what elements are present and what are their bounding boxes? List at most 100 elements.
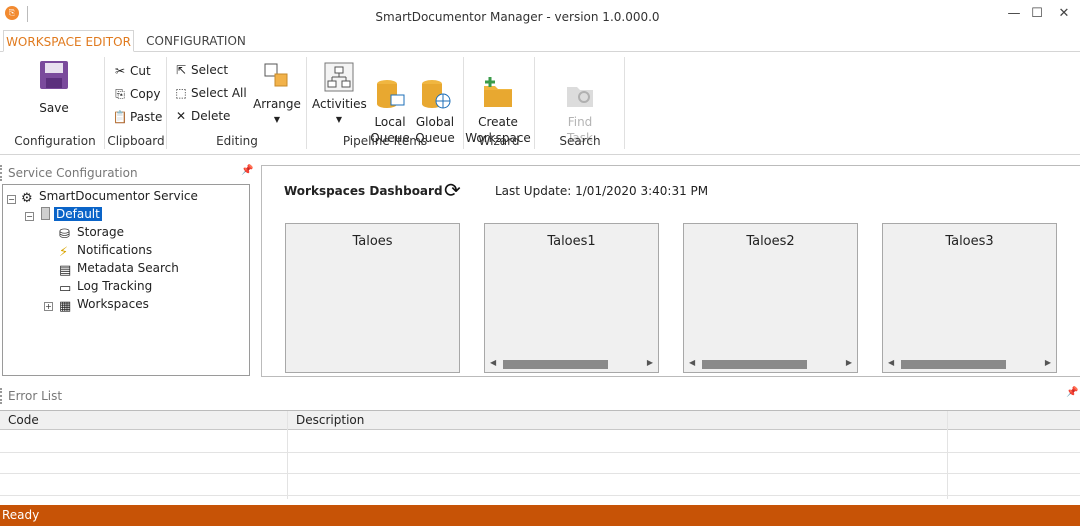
activities-dropdown-icon: ▼ (335, 115, 343, 124)
group-label-wizard: Wizard (478, 134, 520, 148)
save-button[interactable]: Save (28, 60, 80, 116)
pin-icon[interactable]: 📌 (241, 165, 253, 176)
group-label-search: Search (559, 134, 601, 148)
metadata-icon: ▤ (59, 263, 72, 278)
paste-icon: 📋 (112, 110, 128, 124)
status-text: Ready (2, 508, 40, 522)
window-title: SmartDocumentor Manager - version 1.0.00… (375, 10, 660, 24)
group-separator (624, 57, 625, 149)
select-button[interactable]: ⇱ Select (173, 61, 228, 81)
tree-item-storage[interactable]: ⛁ Storage (59, 223, 124, 242)
activities-label: Activities (312, 97, 367, 111)
activities-button[interactable]: Activities ▼ (312, 62, 367, 128)
tree-item-label: Notifications (77, 243, 153, 257)
scrollbar-thumb[interactable] (901, 360, 1006, 369)
column-header-code[interactable]: Code (0, 411, 287, 430)
workspace-name: Taloes2 (746, 234, 795, 249)
group-label-pipeline-items: Pipeline Items (342, 134, 428, 148)
select-label: Select (191, 63, 229, 77)
horizontal-scrollbar[interactable]: ◀ ▶ (485, 356, 658, 372)
workspace-name: Taloes (352, 234, 393, 249)
refresh-icon[interactable]: ⟳ (444, 178, 461, 202)
workspace-name: Taloes3 (945, 234, 994, 249)
save-label: Save (39, 101, 69, 115)
scissors-icon: ✂ (114, 64, 126, 78)
ribbon-tabstrip: WORKSPACE EDITOR CONFIGURATION (0, 30, 1080, 52)
horizontal-scrollbar[interactable]: ◀ ▶ (684, 356, 857, 372)
scroll-right-icon[interactable]: ▶ (1045, 358, 1051, 367)
column-header-extra[interactable] (947, 411, 1080, 430)
scrollbar-thumb[interactable] (702, 360, 807, 369)
tab-configuration[interactable]: CONFIGURATION (140, 30, 252, 52)
pane-grip[interactable] (0, 165, 3, 181)
group-label-editing: Editing (216, 134, 258, 148)
collapse-icon[interactable]: − (25, 212, 34, 221)
scrollbar-thumb[interactable] (503, 360, 608, 369)
tree-item-notifications[interactable]: ⚡ Notifications (59, 241, 153, 260)
group-separator (534, 57, 535, 149)
service-tree[interactable]: − ⚙ SmartDocumentor Service − Default ⛁ St… (2, 184, 250, 376)
scroll-left-icon[interactable]: ◀ (490, 358, 496, 367)
workspace-card[interactable]: Taloes (285, 223, 460, 373)
tree-item-default[interactable]: Default (41, 205, 102, 223)
select-all-button[interactable]: ⬚ Select All (173, 84, 247, 104)
tree-item-log-tracking[interactable]: ▭ Log Tracking (59, 277, 153, 296)
dashboard-title: Workspaces Dashboard (284, 184, 443, 198)
local-queue-icon (377, 80, 405, 108)
cut-label: Cut (130, 64, 151, 78)
workspace-card[interactable]: Taloes1 ◀ ▶ (484, 223, 659, 373)
group-separator (104, 57, 105, 149)
pane-grip[interactable] (0, 388, 3, 404)
save-icon (40, 61, 68, 89)
workspace-card[interactable]: Taloes3 ◀ ▶ (882, 223, 1057, 373)
close-button[interactable]: ✕ (1050, 3, 1078, 25)
group-separator (306, 57, 307, 149)
error-list-table[interactable]: Code Description (0, 410, 1080, 499)
column-header-description[interactable]: Description (287, 411, 947, 430)
expand-icon[interactable]: + (44, 302, 53, 311)
workspace-card[interactable]: Taloes2 ◀ ▶ (683, 223, 858, 373)
tree-item-label: Default (54, 207, 102, 221)
copy-button[interactable]: ⎘ Copy (112, 85, 160, 105)
group-separator (166, 57, 167, 149)
scroll-left-icon[interactable]: ◀ (689, 358, 695, 367)
tree-item-label: Metadata Search (77, 261, 179, 275)
tree-item-label: Workspaces (77, 297, 149, 311)
delete-icon: ✕ (175, 109, 187, 123)
pin-icon[interactable]: 📌 (1066, 387, 1078, 398)
scroll-left-icon[interactable]: ◀ (888, 358, 894, 367)
select-all-icon: ⬚ (175, 86, 187, 100)
tree-item-workspaces[interactable]: ▦ Workspaces (59, 295, 149, 314)
status-bar: Ready (0, 505, 1080, 526)
column-divider (947, 411, 948, 499)
scroll-right-icon[interactable]: ▶ (846, 358, 852, 367)
tree-item-smartdocumentor-service[interactable]: ⚙ SmartDocumentor Service (21, 187, 198, 206)
maximize-button[interactable]: ☐ (1023, 3, 1051, 25)
tree-item-label: Log Tracking (77, 279, 153, 293)
service-configuration-title: Service Configuration (8, 166, 138, 180)
paste-label: Paste (130, 110, 163, 124)
select-all-label: Select All (191, 86, 247, 100)
copy-label: Copy (130, 87, 161, 101)
row-divider (0, 495, 1080, 496)
log-icon: ▭ (59, 281, 72, 296)
arrange-button[interactable]: Arrange ▼ (252, 62, 302, 128)
delete-button[interactable]: ✕ Delete (173, 107, 230, 127)
gears-icon: ⚙ (21, 191, 33, 206)
workspaces-dashboard: Workspaces Dashboard ⟳ Last Update: 1/01… (261, 165, 1080, 377)
collapse-icon[interactable]: − (7, 195, 16, 204)
paste-button[interactable]: 📋 Paste (112, 108, 163, 128)
ribbon: Save Configuration ✂ Cut ⎘ Copy 📋 Paste Cli… (0, 52, 1080, 155)
horizontal-scrollbar[interactable]: ◀ ▶ (883, 356, 1056, 372)
lightning-icon: ⚡ (59, 245, 69, 260)
create-workspace-icon (484, 77, 512, 107)
workspaces-icon: ▦ (59, 299, 72, 314)
cut-button[interactable]: ✂ Cut (112, 62, 151, 82)
cursor-icon: ⇱ (175, 63, 187, 77)
arrange-label: Arrange (253, 97, 301, 111)
database-icon: ⛁ (59, 227, 70, 242)
server-icon (41, 207, 50, 220)
tree-item-metadata-search[interactable]: ▤ Metadata Search (59, 259, 179, 278)
tab-workspace-editor[interactable]: WORKSPACE EDITOR (3, 30, 134, 52)
scroll-right-icon[interactable]: ▶ (647, 358, 653, 367)
